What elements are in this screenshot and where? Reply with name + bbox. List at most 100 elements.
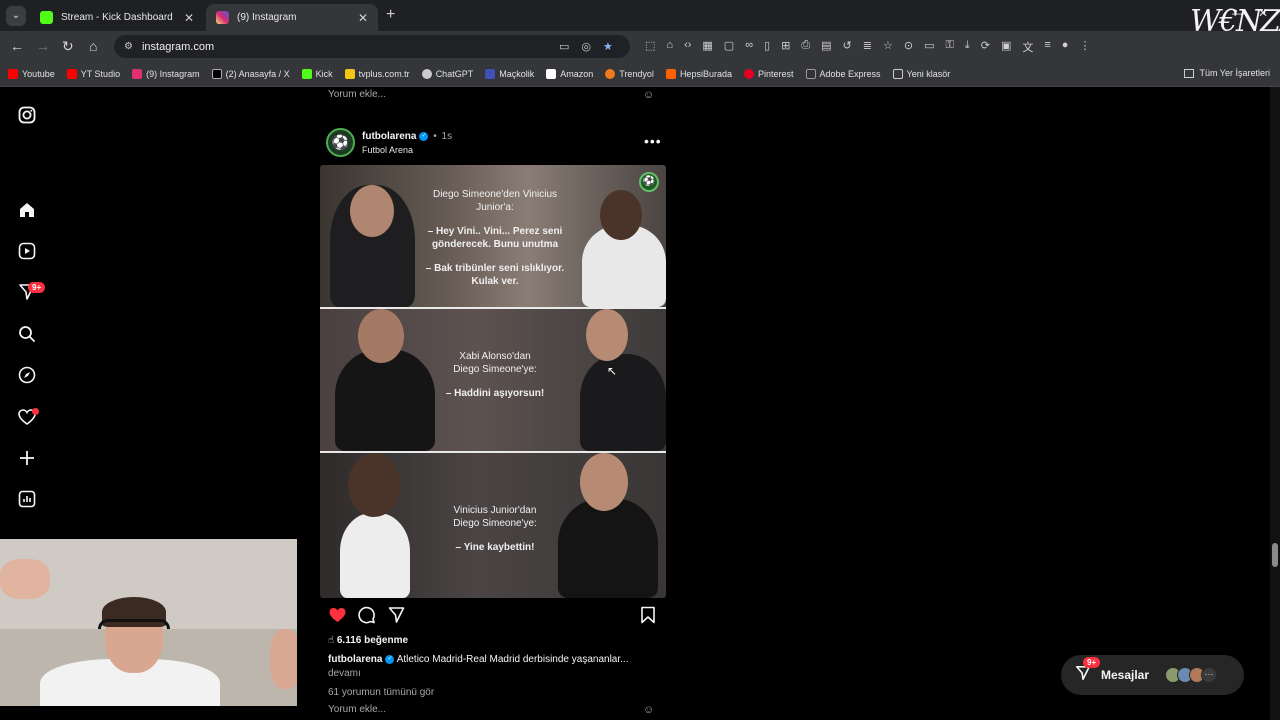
all-bookmarks-button[interactable]: Tüm Yer İşaretleri [1184,68,1270,78]
view-all-comments-link[interactable]: 61 yorumun tümünü gör [328,687,434,698]
trash-icon[interactable]: ▤ [821,39,831,55]
home-icon[interactable] [17,201,37,221]
address-bar[interactable]: ⚙ instagram.com [114,35,630,58]
print-icon[interactable]: ⎙ [801,39,810,55]
dashboard-icon[interactable] [17,490,37,510]
cast-icon[interactable]: ▣ [1001,39,1011,55]
post-caption: futbolarena ✓ Atletico Madrid-Real Madrid… [328,654,668,665]
sidepanel-icon[interactable]: ≡ [1044,39,1050,55]
add-comment-input[interactable]: Yorum ekle... [328,89,386,100]
ext-1-icon[interactable]: ⌂ [666,39,673,55]
post-username-line: futbolarena ✓ • 1s [362,131,453,142]
home-icon[interactable]: ⌂ [89,38,97,54]
avatar[interactable]: ⚽ [326,128,355,157]
reels-icon[interactable] [17,242,37,262]
add-comment-input[interactable]: Yorum ekle... [328,704,386,715]
folder-icon [892,69,903,79]
new-tab-button[interactable]: + [386,6,395,24]
folder-icon [1184,68,1195,78]
chatgpt-icon [421,69,432,79]
pinterest-icon [743,69,754,79]
post-header: ⚽ futbolarena ✓ • 1s Futbol Arena ••• [326,128,666,158]
post-subtitle[interactable]: Futbol Arena [362,145,413,155]
comment-icon[interactable] [357,606,376,629]
key-icon[interactable]: ⚿ [945,39,953,55]
scrollbar-thumb[interactable] [1272,543,1278,567]
bookmark-chatgpt[interactable]: ChatGPT [421,69,473,79]
emoji-icon[interactable]: ☺ [643,704,654,716]
search-icon[interactable] [17,325,37,345]
bookmark-pinterest[interactable]: Pinterest [743,69,794,79]
grid-icon[interactable]: ⊞ [781,39,790,55]
history-icon[interactable]: ↺ [843,39,852,55]
link-icon[interactable]: ∞ [745,39,753,55]
location-icon[interactable]: ⊙ [904,39,913,55]
tab-title: (9) Instagram [237,12,297,23]
back-icon[interactable]: ← [10,38,24,54]
bookmark-mackolik[interactable]: Maçkolik [485,69,534,79]
page-scrollbar[interactable] [1270,87,1280,720]
bookmark-yt-studio[interactable]: YT Studio [66,69,120,79]
more-options-icon[interactable]: ••• [644,133,662,149]
code-icon[interactable]: ‹› [684,39,691,55]
menu-icon[interactable]: ⋮ [1079,39,1090,55]
person-face [350,185,394,237]
star-outline-icon[interactable]: ☆ [883,39,893,55]
close-icon[interactable]: ✕ [358,11,368,25]
save-bookmark-icon[interactable] [640,606,656,629]
like-heart-icon[interactable] [328,606,347,629]
tab-kick-dashboard[interactable]: Stream - Kick Dashboard ✕ [30,4,204,31]
adobe-express-icon [805,69,816,79]
post-username[interactable]: futbolarena [362,131,416,142]
bookmarks-bar: Youtube YT Studio (9) Instagram (2) Anas… [0,62,1280,87]
like-hand-icon: ☝ [328,635,337,646]
site-info-icon[interactable]: ⚙ [124,41,133,52]
reload-icon[interactable]: ↻ [62,38,74,55]
bookmark-kick[interactable]: Kick [301,69,333,79]
reader-icon[interactable]: ▯ [764,39,770,55]
person-face [586,309,628,361]
caption-username[interactable]: futbolarena [328,654,382,665]
tab-instagram[interactable]: (9) Instagram ✕ [206,4,378,31]
tab-search-button[interactable]: ⌄ [6,6,26,26]
profile-icon[interactable]: ● [1062,39,1069,55]
bookmark-x[interactable]: (2) Anasayfa / X [211,69,290,79]
messages-button[interactable]: 9+ Mesajlar ··· [1061,655,1244,695]
url-text: instagram.com [141,40,215,53]
notes-icon[interactable]: ≣ [863,39,872,55]
person-face [600,190,642,240]
share-icon[interactable] [387,606,406,629]
post-image[interactable]: ⚽ Diego Simeone'den Vinicius Junior'a: –… [320,165,666,598]
ext-4-icon[interactable]: ▢ [724,39,734,55]
post-time: 1s [441,131,453,142]
bookmark-youtube[interactable]: Youtube [8,69,55,79]
card-icon[interactable]: ▭ [924,39,934,55]
bookmark-amazon[interactable]: Amazon [546,69,593,79]
download-icon[interactable]: ⤓ [965,39,970,55]
likes-count[interactable]: ☝ 6.116 beğenme [328,635,408,646]
explore-compass-icon[interactable] [17,366,37,386]
close-icon[interactable]: ✕ [184,11,194,25]
eye-off-icon[interactable]: ◎ [581,40,591,53]
bookmark-star-icon[interactable]: ★ [603,40,613,53]
mouse-cursor-icon: ↖ [607,364,618,378]
bookmark-trendyol[interactable]: Trendyol [605,69,654,79]
browser-tab-strip: ⌄ Stream - Kick Dashboard ✕ (9) Instagra… [0,0,1280,31]
sync-icon[interactable]: ⟳ [981,39,990,55]
amazon-icon [546,69,557,79]
extensions-icon[interactable]: ⬚ [645,39,655,55]
instagram-logo-icon[interactable] [17,106,37,126]
create-plus-icon[interactable] [17,449,37,469]
emoji-icon[interactable]: ☺ [643,89,654,101]
table-icon[interactable]: ▦ [702,39,712,55]
translate-icon[interactable]: 文 [1022,39,1033,55]
futbolarena-logo-icon: ⚽ [639,172,659,192]
bookmark-adobe-express[interactable]: Adobe Express [805,69,881,79]
bookmark-hepsiburada[interactable]: HepsiBurada [665,69,732,79]
install-app-icon[interactable]: ▭ [559,40,569,53]
bookmark-folder-yeni-klasor[interactable]: Yeni klasör [892,69,950,79]
bookmark-instagram[interactable]: (9) Instagram [132,69,200,79]
caption-more-link[interactable]: devamı [328,668,361,679]
forward-icon[interactable]: → [36,38,50,54]
bookmark-tvplus[interactable]: tvplus.com.tr [344,69,410,79]
